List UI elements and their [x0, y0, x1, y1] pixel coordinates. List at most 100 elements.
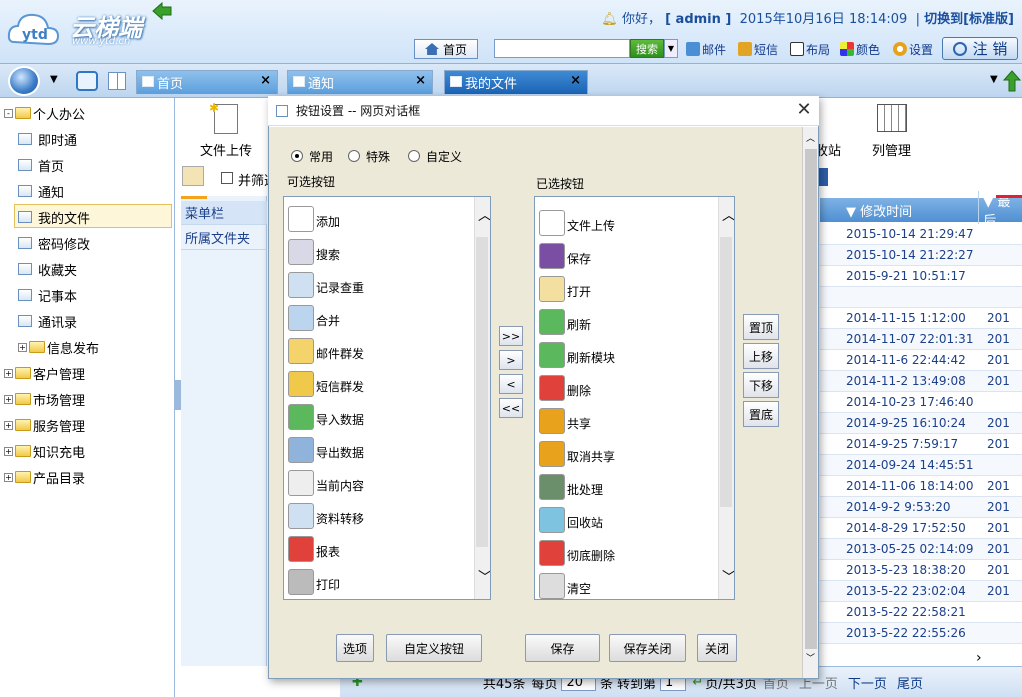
table-row[interactable]	[820, 287, 1022, 308]
table-row[interactable]: 2013-5-22 23:02:04 201	[820, 581, 1022, 602]
list-item[interactable]: 短信群发	[284, 364, 490, 397]
list-item[interactable]: 添加	[284, 199, 490, 232]
tab-list-dropdown-icon[interactable]: ▼	[990, 74, 998, 85]
scroll-right-icon[interactable]: ›	[976, 650, 982, 666]
start-menu-dropdown-icon[interactable]: ▼	[50, 74, 58, 85]
start-menu-icon[interactable]	[8, 66, 40, 96]
close-icon[interactable]: ×	[260, 73, 271, 88]
table-row[interactable]: 2014-11-2 13:49:08 201	[820, 371, 1022, 392]
upload-toolbar-button[interactable]: ✱ 文件上传	[200, 101, 252, 159]
list-item[interactable]: 资料转移	[284, 496, 490, 529]
sidebar-item[interactable]: + 客户管理	[4, 360, 85, 386]
menu-bar-item[interactable]: 菜单栏	[181, 201, 267, 225]
mail-button[interactable]: 邮件	[686, 40, 726, 58]
available-list-scrollbar[interactable]: ︿ ﹀	[474, 197, 490, 599]
order-button[interactable]: 下移	[743, 372, 779, 398]
collapse-icon[interactable]: -	[4, 108, 13, 118]
list-item[interactable]: 删除	[535, 368, 734, 401]
dialog-close-icon[interactable]: ✕	[794, 100, 814, 120]
list-item[interactable]: 打印	[284, 562, 490, 595]
table-row[interactable]: 2014-11-15 1:12:00 201	[820, 308, 1022, 329]
table-row[interactable]: 2014-09-24 14:45:51	[820, 455, 1022, 476]
list-item[interactable]: 打开	[535, 269, 734, 302]
column-modified-time[interactable]: ▼ 修改时间	[820, 201, 978, 220]
refresh-icon[interactable]	[76, 71, 98, 91]
close-icon[interactable]: ×	[415, 73, 426, 88]
sidebar-item[interactable]: + 信息发布	[18, 334, 99, 360]
settings-gear-icon[interactable]	[182, 166, 204, 186]
sidebar-item[interactable]: 通知	[18, 178, 64, 204]
table-row[interactable]: 2013-5-22 22:55:26	[820, 623, 1022, 644]
available-buttons-list[interactable]: 添加 搜索 记录查重 合并 邮件群发 短信群发 导入数据 导出数据 当前内容 资料转移 报表 打印 ︿…	[283, 196, 491, 600]
move-button[interactable]: <	[499, 374, 523, 394]
table-row[interactable]: 2014-10-23 17:46:40	[820, 392, 1022, 413]
options-button[interactable]: 选项	[336, 634, 374, 662]
table-row[interactable]: 2014-8-29 17:52:50 201	[820, 518, 1022, 539]
table-row[interactable]: 2014-11-6 22:44:42 201	[820, 350, 1022, 371]
back-arrow-icon[interactable]	[152, 2, 172, 20]
selected-list-scrollbar[interactable]: ︿ ﹀	[718, 197, 734, 599]
sidebar-item[interactable]: 收藏夹	[18, 256, 77, 282]
move-button[interactable]: >>	[499, 326, 523, 346]
next-page-link[interactable]: 下一页	[848, 673, 887, 692]
search-dropdown-icon[interactable]: ▼	[664, 39, 678, 58]
list-item[interactable]: 记录查重	[284, 265, 490, 298]
table-row[interactable]: 2013-5-22 22:58:21	[820, 602, 1022, 623]
tab-my-files[interactable]: 我的文件 ×	[444, 70, 588, 94]
expand-icon[interactable]: +	[4, 394, 13, 404]
switch-edition-link[interactable]: 切换到[标准版]	[924, 12, 1014, 27]
columns-toolbar-button[interactable]: 列管理	[872, 104, 911, 159]
list-item[interactable]: 刷新模块	[535, 335, 734, 368]
list-item[interactable]: 合并	[284, 298, 490, 331]
sidebar-item[interactable]: + 知识充电	[4, 438, 85, 464]
list-item[interactable]: 搜索	[284, 232, 490, 265]
save-button[interactable]: 保存	[525, 634, 600, 662]
radio-option[interactable]: 常用	[291, 148, 333, 164]
expand-icon[interactable]: +	[4, 368, 13, 378]
up-arrow-icon[interactable]	[1003, 70, 1021, 92]
logout-button[interactable]: 注 销	[942, 37, 1018, 60]
filter-checkbox[interactable]	[221, 172, 233, 184]
list-item[interactable]: 清空	[535, 566, 734, 599]
sidebar-item[interactable]: 密码修改	[18, 230, 90, 256]
expand-icon[interactable]: +	[4, 472, 13, 482]
table-row[interactable]: 2014-9-25 7:59:17 201	[820, 434, 1022, 455]
selected-buttons-list[interactable]: 文件上传 保存 打开 刷新 刷新模块 删除 共享 取消共享 批处理 回收站 彻底删除 清空 ︿ ﹀	[534, 196, 735, 600]
sidebar-item[interactable]: - 个人办公	[4, 100, 85, 126]
list-item[interactable]: 共享	[535, 401, 734, 434]
list-item[interactable]: 回收站	[535, 500, 734, 533]
table-row[interactable]: 2014-11-07 22:01:31 201	[820, 329, 1022, 350]
radio-option[interactable]: 自定义	[408, 148, 462, 164]
list-item[interactable]: 彻底删除	[535, 533, 734, 566]
expand-icon[interactable]: +	[18, 342, 27, 352]
table-row[interactable]: 2013-05-25 02:14:09 201	[820, 539, 1022, 560]
table-row[interactable]: 2013-5-23 18:38:20 201	[820, 560, 1022, 581]
sidebar-item[interactable]: 通讯录	[18, 308, 77, 334]
list-item[interactable]: 文件上传	[535, 203, 734, 236]
order-button[interactable]: 置顶	[743, 314, 779, 340]
list-item[interactable]: 取消共享	[535, 434, 734, 467]
home-button[interactable]: 首页	[414, 39, 478, 59]
last-page-link[interactable]: 尾页	[897, 673, 923, 692]
settings-button[interactable]: 设置	[893, 40, 933, 58]
search-input[interactable]	[494, 39, 630, 58]
table-row[interactable]: 2014-9-25 16:10:24 201	[820, 413, 1022, 434]
dialog-scrollbar[interactable]: ︿ ﹀	[802, 127, 818, 678]
list-item[interactable]: 邮件群发	[284, 331, 490, 364]
custom-button[interactable]: 自定义按钮	[386, 634, 482, 662]
sidebar-item[interactable]: 首页	[18, 152, 64, 178]
table-row[interactable]: 2015-10-14 21:22:27	[820, 245, 1022, 266]
sidebar-item[interactable]: + 产品目录	[4, 464, 85, 490]
grid-view-icon[interactable]	[108, 72, 126, 90]
move-button[interactable]: >	[499, 350, 523, 370]
radio-option[interactable]: 特殊	[348, 148, 390, 164]
folder-item[interactable]: 所属文件夹	[181, 226, 267, 250]
list-item[interactable]: 刷新	[535, 302, 734, 335]
close-icon[interactable]: ×	[570, 73, 581, 88]
sms-button[interactable]: 短信	[738, 40, 778, 58]
tab-notice[interactable]: 通知 ×	[287, 70, 433, 94]
table-row[interactable]: 2015-9-21 10:51:17	[820, 266, 1022, 287]
order-button[interactable]: 上移	[743, 343, 779, 369]
list-item[interactable]: 导出数据	[284, 430, 490, 463]
list-item[interactable]: 报表	[284, 529, 490, 562]
